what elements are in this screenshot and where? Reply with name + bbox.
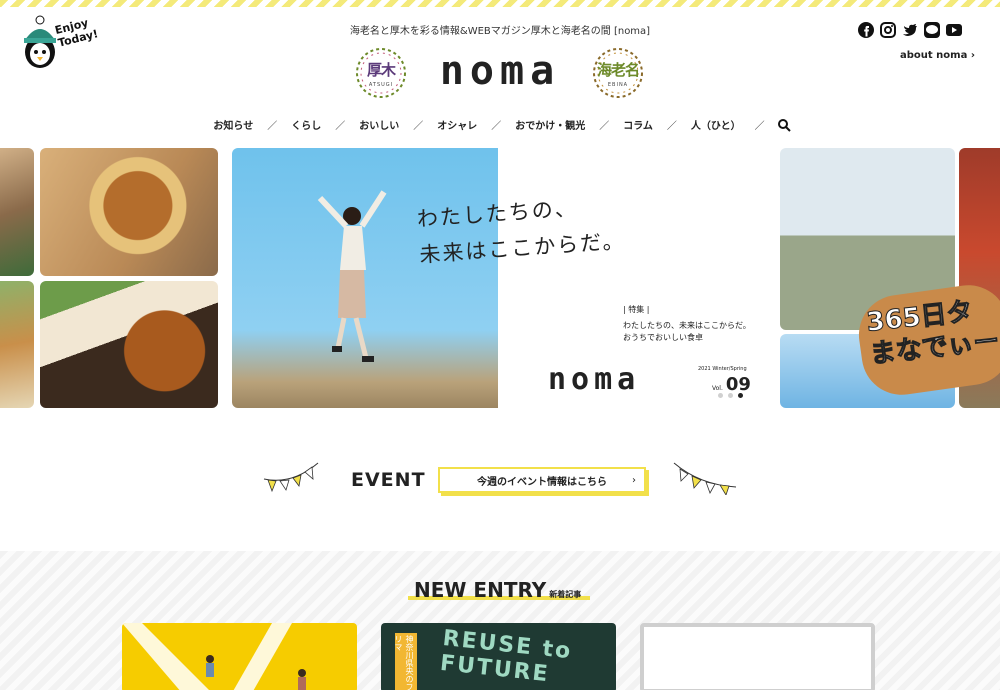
feature-caption: | 特集 | わたしたちの、未来はここからだ。 おうちでおいしい食卓 — [623, 304, 751, 344]
hero-slider: わたしたちの、 未来はここからだ。 | 特集 | わたしたちの、未来はここからだ… — [0, 148, 1000, 408]
slider-dots — [718, 393, 743, 398]
event-button-label: 今週のイベント情報はこちら — [477, 476, 607, 488]
issue-label: 2021 Winter/Spring — [698, 366, 747, 372]
atsugi-en: ATSUGI — [368, 81, 394, 88]
event-section: EVENT 今週のイベント情報はこちら › — [0, 455, 1000, 515]
card-side-label: 神奈川県央のフリマ — [394, 633, 417, 690]
nav-separator: ／ — [754, 121, 765, 132]
logo-row: 厚木 ATSUGI noma 海老名 EBINA — [0, 44, 1000, 104]
nav-separator: ／ — [413, 121, 424, 132]
slider-dot[interactable] — [718, 393, 723, 398]
side-badge-text: 365日タ まなでぃー — [865, 296, 1000, 370]
site-tagline: 海老名と厚木を彩る情報&WEBマガジン厚木と海老名の間 [noma] — [349, 26, 651, 37]
nav-separator: ／ — [335, 121, 346, 132]
hero-copy: わたしたちの、 未来はここからだ。 — [416, 187, 627, 273]
twitter-icon[interactable] — [902, 22, 918, 38]
slide-thumbnail[interactable] — [0, 281, 34, 408]
instagram-icon[interactable] — [880, 22, 896, 38]
feature-line2: おうちでおいしい食卓 — [623, 333, 703, 342]
slider-dot[interactable] — [728, 393, 733, 398]
facebook-icon[interactable] — [858, 22, 874, 38]
nav-item-news[interactable]: お知らせ — [209, 117, 257, 132]
new-entry-title: NEW ENTRY 新着記事 — [414, 578, 582, 602]
event-title: EVENT — [351, 469, 426, 491]
slide-thumbnail[interactable] — [40, 148, 218, 276]
youtube-icon[interactable] — [946, 22, 962, 38]
about-label: about noma — [900, 50, 968, 61]
about-link[interactable]: about noma › — [900, 50, 975, 61]
feature-line1: わたしたちの、未来はここからだ。 — [623, 321, 751, 330]
main-nav: お知らせ ／ くらし ／ おいしい ／ オシャレ ／ おでかけ・観光 ／ コラム… — [0, 117, 1000, 132]
nav-item-column[interactable]: コラム — [619, 117, 657, 132]
ebina-kanji: 海老名 — [596, 60, 640, 79]
card-title-art: REUSE to FUTURE — [438, 625, 574, 688]
nav-item-fashion[interactable]: オシャレ — [433, 117, 481, 132]
social-links — [858, 22, 962, 38]
slider-dot-active[interactable] — [738, 393, 743, 398]
article-card[interactable] — [122, 623, 357, 690]
feature-tag: | 特集 | — [623, 305, 650, 314]
nav-item-food[interactable]: おいしい — [355, 117, 403, 132]
slide-thumbnail[interactable] — [40, 281, 218, 408]
nav-item-people[interactable]: 人（ひと） — [687, 117, 745, 132]
atsugi-emblem: 厚木 ATSUGI — [354, 46, 408, 100]
card-illustration — [122, 623, 306, 690]
line-icon[interactable] — [924, 22, 940, 38]
jumping-girl-illustration — [317, 190, 387, 362]
nav-separator: ／ — [267, 121, 278, 132]
nav-separator: ／ — [666, 121, 677, 132]
new-entry-subtitle: 新着記事 — [549, 590, 582, 599]
bunting-left-icon — [263, 462, 319, 493]
article-card[interactable]: 神奈川県央のフリマ REUSE to FUTURE — [381, 623, 616, 690]
slide-thumbnail[interactable] — [0, 148, 34, 276]
hero-brand: noma — [548, 362, 641, 397]
volume-label: Vol. 09 — [712, 374, 751, 395]
featured-slide[interactable]: わたしたちの、 未来はここからだ。 | 特集 | わたしたちの、未来はここからだ… — [232, 148, 766, 408]
nav-item-living[interactable]: くらし — [287, 117, 325, 132]
bunting-right-icon — [673, 462, 737, 495]
chevron-right-icon: › — [970, 50, 975, 61]
event-info-button[interactable]: 今週のイベント情報はこちら › — [438, 467, 646, 493]
new-entry-section: NEW ENTRY 新着記事 神奈川県央のフリマ REUSE to FUTURE — [0, 551, 1000, 690]
article-card[interactable] — [640, 623, 875, 690]
search-icon[interactable] — [777, 118, 791, 132]
chevron-right-icon: › — [632, 475, 636, 486]
nav-separator: ／ — [491, 121, 502, 132]
top-stripe — [0, 0, 1000, 7]
nav-item-outing[interactable]: おでかけ・観光 — [511, 117, 589, 132]
hero-photo — [232, 148, 498, 408]
brand-logo[interactable]: noma — [420, 48, 580, 94]
nav-separator: ／ — [599, 121, 610, 132]
ebina-en: EBINA — [607, 81, 629, 88]
atsugi-kanji: 厚木 — [366, 60, 396, 79]
ebina-emblem: 海老名 EBINA — [591, 46, 645, 100]
